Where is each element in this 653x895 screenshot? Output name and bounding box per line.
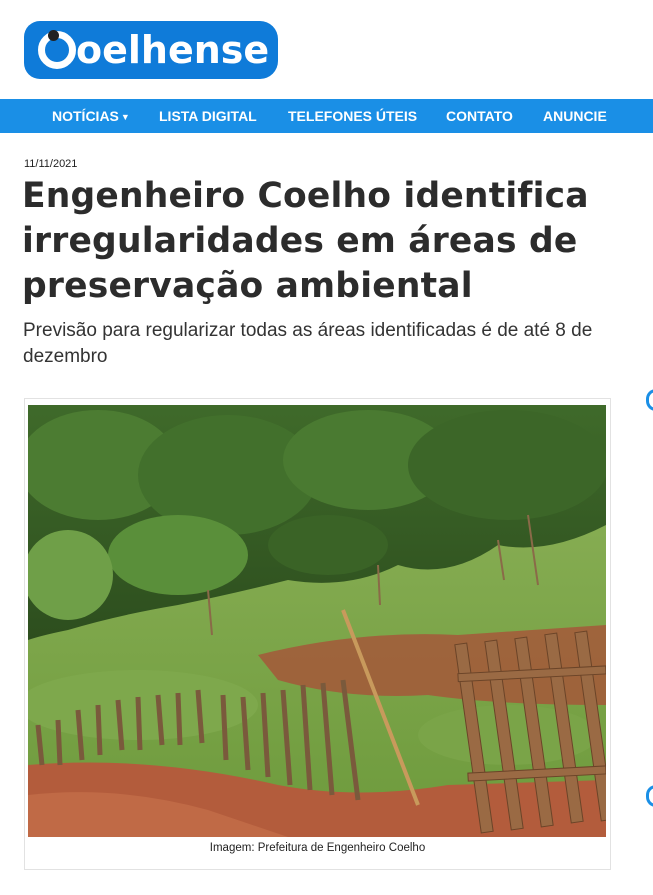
nav-item-telefones-uteis[interactable]: TELEFONES ÚTEIS bbox=[288, 99, 417, 133]
nav-item-label: NOTÍCIAS bbox=[52, 108, 119, 124]
site-logo[interactable]: oelhense bbox=[24, 21, 278, 79]
article-subtitle: Previsão para regularizar todas as áreas… bbox=[23, 320, 593, 367]
article-figure: Imagem: Prefeitura de Engenheiro Coelho bbox=[24, 398, 611, 870]
main-navigation: NOTÍCIAS ▼ LISTA DIGITAL TELEFONES ÚTEIS … bbox=[0, 99, 653, 133]
nav-item-lista-digital[interactable]: LISTA DIGITAL bbox=[159, 99, 257, 133]
photo-illustration bbox=[28, 405, 606, 837]
article-date: 11/11/2021 bbox=[24, 158, 78, 170]
caret-down-icon: ▼ bbox=[120, 112, 130, 122]
nav-item-label: ANUNCIE bbox=[543, 108, 607, 124]
logo-dot bbox=[48, 30, 59, 41]
nav-item-label: LISTA DIGITAL bbox=[159, 108, 257, 124]
article-headline: Engenheiro Coelho identifica irregularid… bbox=[22, 176, 589, 306]
image-caption: Imagem: Prefeitura de Engenheiro Coelho bbox=[209, 842, 426, 854]
article-photo[interactable] bbox=[28, 405, 606, 837]
sidebar-edge-icon bbox=[646, 389, 653, 411]
logo-text: oelhense bbox=[76, 28, 270, 72]
nav-item-label: TELEFONES ÚTEIS bbox=[288, 108, 418, 124]
nav-item-label: CONTATO bbox=[446, 108, 513, 124]
nav-item-noticias[interactable]: NOTÍCIAS ▼ bbox=[52, 99, 130, 133]
nav-item-anuncie[interactable]: ANUNCIE bbox=[543, 99, 607, 133]
nav-item-contato[interactable]: CONTATO bbox=[446, 99, 513, 133]
sidebar-edge-icon bbox=[646, 785, 653, 807]
